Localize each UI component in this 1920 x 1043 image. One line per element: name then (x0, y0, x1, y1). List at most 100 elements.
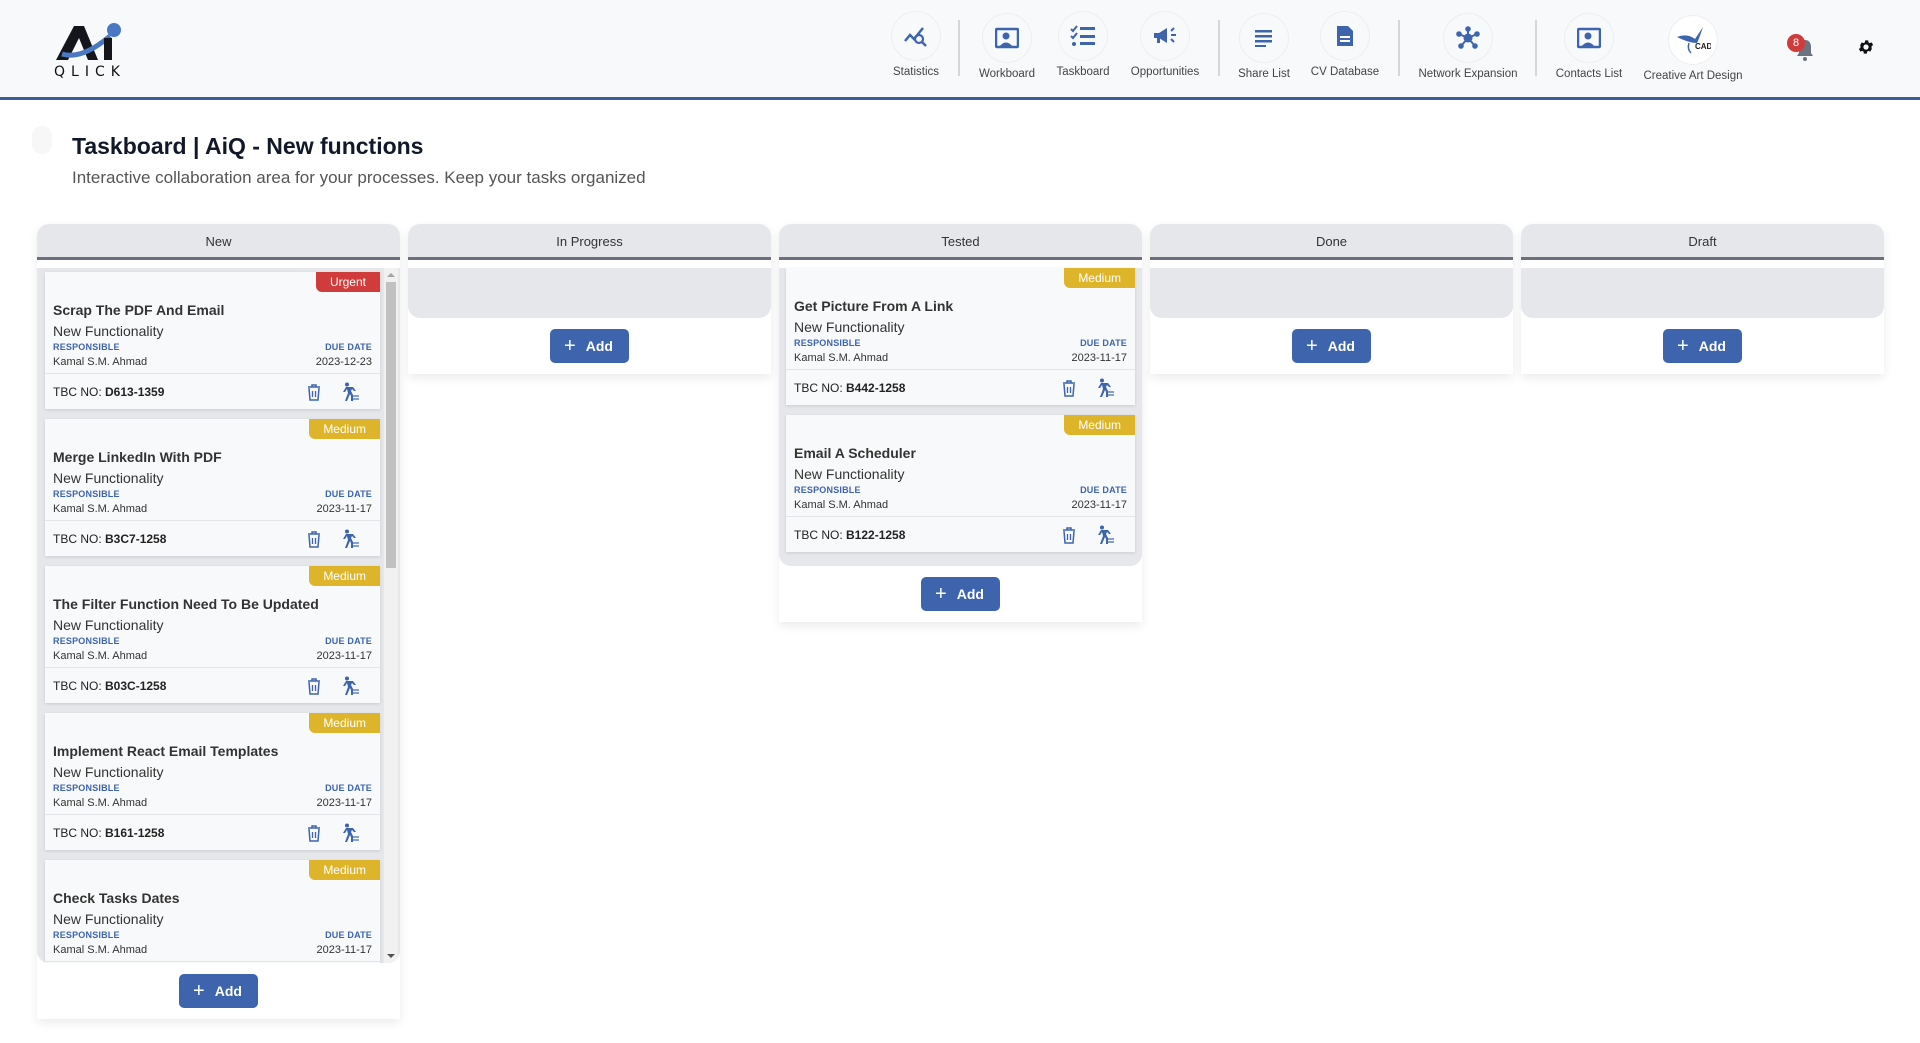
logo-text: QLICK (54, 64, 126, 80)
responsible-name: Kamal S.M. Ahmad (53, 650, 148, 662)
nav-network-expansion[interactable]: Network Expansion (1413, 14, 1523, 80)
scroll-down-arrow-icon[interactable] (387, 954, 395, 958)
task-type: New Functionality (53, 470, 164, 486)
reassign-walk-icon[interactable] (340, 823, 360, 843)
reassign-walk-icon[interactable] (340, 529, 360, 549)
network-icon (1456, 26, 1480, 49)
plus-icon: + (1306, 335, 1318, 357)
column-title: Draft (1521, 224, 1884, 260)
priority-badge: Medium (309, 713, 380, 733)
plus-icon: + (564, 335, 576, 357)
task-title: The Filter Function Need To Be Updated (53, 596, 319, 612)
priority-badge: Medium (309, 860, 380, 880)
nav-creative-art-design[interactable]: CAD Creative Art Design (1638, 16, 1748, 82)
scrollbar-thumb[interactable] (386, 282, 396, 568)
nav-contacts-list[interactable]: Contacts List (1534, 14, 1644, 80)
add-task-button[interactable]: + Add (1292, 329, 1371, 363)
due-date-value: 2023-11-17 (316, 797, 372, 809)
page-title: Taskboard | AiQ - New functions (72, 133, 424, 159)
sidebar-toggle[interactable] (32, 126, 52, 154)
aiq-logo[interactable]: QLICK (52, 22, 134, 80)
tbc-number: TBC NO: B442-1258 (794, 381, 906, 395)
add-task-button[interactable]: + Add (1663, 329, 1742, 363)
empty-drop-zone[interactable] (1150, 268, 1513, 318)
reassign-walk-icon[interactable] (1095, 378, 1115, 398)
reassign-walk-icon[interactable] (340, 676, 360, 696)
scroll-up-arrow-icon[interactable] (387, 273, 395, 277)
due-date-label: DUE DATE (325, 342, 372, 352)
task-title: Scrap The PDF And Email (53, 302, 225, 318)
add-task-button[interactable]: + Add (179, 974, 258, 1008)
due-date-label: DUE DATE (325, 930, 372, 940)
task-card[interactable]: Urgent Scrap The PDF And Email New Funct… (45, 272, 380, 409)
scrollbar[interactable] (384, 268, 398, 963)
due-date-label: DUE DATE (1080, 485, 1127, 495)
responsible-label: RESPONSIBLE (794, 485, 861, 495)
responsible-label: RESPONSIBLE (53, 489, 120, 499)
task-title: Merge LinkedIn With PDF (53, 449, 222, 465)
responsible-name: Kamal S.M. Ahmad (53, 356, 148, 368)
card-list[interactable]: Medium Get Picture From A Link New Funct… (786, 268, 1135, 552)
svg-text:CAD: CAD (1695, 42, 1711, 51)
trash-icon[interactable] (304, 676, 324, 696)
task-type: New Functionality (794, 466, 905, 482)
reassign-walk-icon[interactable] (1095, 525, 1115, 545)
due-date-label: DUE DATE (1080, 338, 1127, 348)
trash-icon[interactable] (304, 823, 324, 843)
lines-list-icon (1255, 30, 1272, 47)
empty-drop-zone[interactable] (1521, 268, 1884, 318)
nav-divider (1398, 20, 1400, 76)
chart-search-icon (904, 27, 927, 47)
add-task-button[interactable]: + Add (550, 329, 629, 363)
responsible-label: RESPONSIBLE (794, 338, 861, 348)
trash-icon[interactable] (304, 382, 324, 402)
gear-icon[interactable] (1857, 38, 1875, 56)
task-card[interactable]: Medium Check Tasks Dates New Functionali… (45, 860, 380, 963)
column-tested: Tested Medium Get Picture From A Link Ne… (779, 224, 1142, 622)
column-in-progress: In Progress + Add (408, 224, 771, 374)
card-list[interactable]: Urgent Scrap The PDF And Email New Funct… (37, 268, 400, 963)
due-date-label: DUE DATE (325, 636, 372, 646)
priority-badge: Medium (1064, 268, 1135, 288)
priority-badge: Medium (1064, 415, 1135, 435)
top-navbar: QLICK Statistics Workboard Taskboard Opp… (0, 0, 1920, 100)
megaphone-icon (1154, 27, 1176, 43)
responsible-label: RESPONSIBLE (53, 930, 120, 940)
nav-opportunities[interactable]: Opportunities (1110, 12, 1220, 78)
task-card[interactable]: Medium The Filter Function Need To Be Up… (45, 566, 380, 703)
due-date-label: DUE DATE (325, 489, 372, 499)
task-type: New Functionality (794, 319, 905, 335)
column-title: In Progress (408, 224, 771, 260)
task-type: New Functionality (53, 911, 164, 927)
empty-drop-zone[interactable] (408, 268, 771, 318)
task-type: New Functionality (53, 617, 164, 633)
add-task-button[interactable]: + Add (921, 577, 1000, 611)
reassign-walk-icon[interactable] (340, 382, 360, 402)
checklist-icon (1070, 25, 1095, 46)
logo-mark-icon (56, 23, 121, 60)
person-board-icon (995, 27, 1019, 49)
due-date-value: 2023-12-23 (315, 356, 372, 368)
column-title: Done (1150, 224, 1513, 260)
page-subtitle: Interactive collaboration area for your … (72, 168, 646, 187)
trash-icon[interactable] (1059, 525, 1079, 545)
task-card[interactable]: Medium Email A Scheduler New Functionali… (786, 415, 1135, 552)
trash-icon[interactable] (304, 529, 324, 549)
plus-icon: + (1677, 335, 1689, 357)
task-title: Get Picture From A Link (794, 298, 954, 314)
nav-cv-database[interactable]: CV Database (1290, 12, 1400, 78)
task-type: New Functionality (53, 323, 164, 339)
responsible-label: RESPONSIBLE (53, 342, 120, 352)
task-card[interactable]: Medium Get Picture From A Link New Funct… (786, 268, 1135, 405)
tbc-number: TBC NO: B161-1258 (53, 826, 165, 840)
due-date-label: DUE DATE (325, 783, 372, 793)
due-date-value: 2023-11-17 (316, 944, 372, 956)
due-date-value: 2023-11-17 (1071, 352, 1127, 364)
column-title: Tested (779, 224, 1142, 260)
plus-icon: + (935, 583, 947, 605)
task-card[interactable]: Medium Merge LinkedIn With PDF New Funct… (45, 419, 380, 556)
tbc-number: TBC NO: B122-1258 (794, 528, 906, 542)
priority-badge: Medium (309, 419, 380, 439)
task-card[interactable]: Medium Implement React Email Templates N… (45, 713, 380, 850)
trash-icon[interactable] (1059, 378, 1079, 398)
